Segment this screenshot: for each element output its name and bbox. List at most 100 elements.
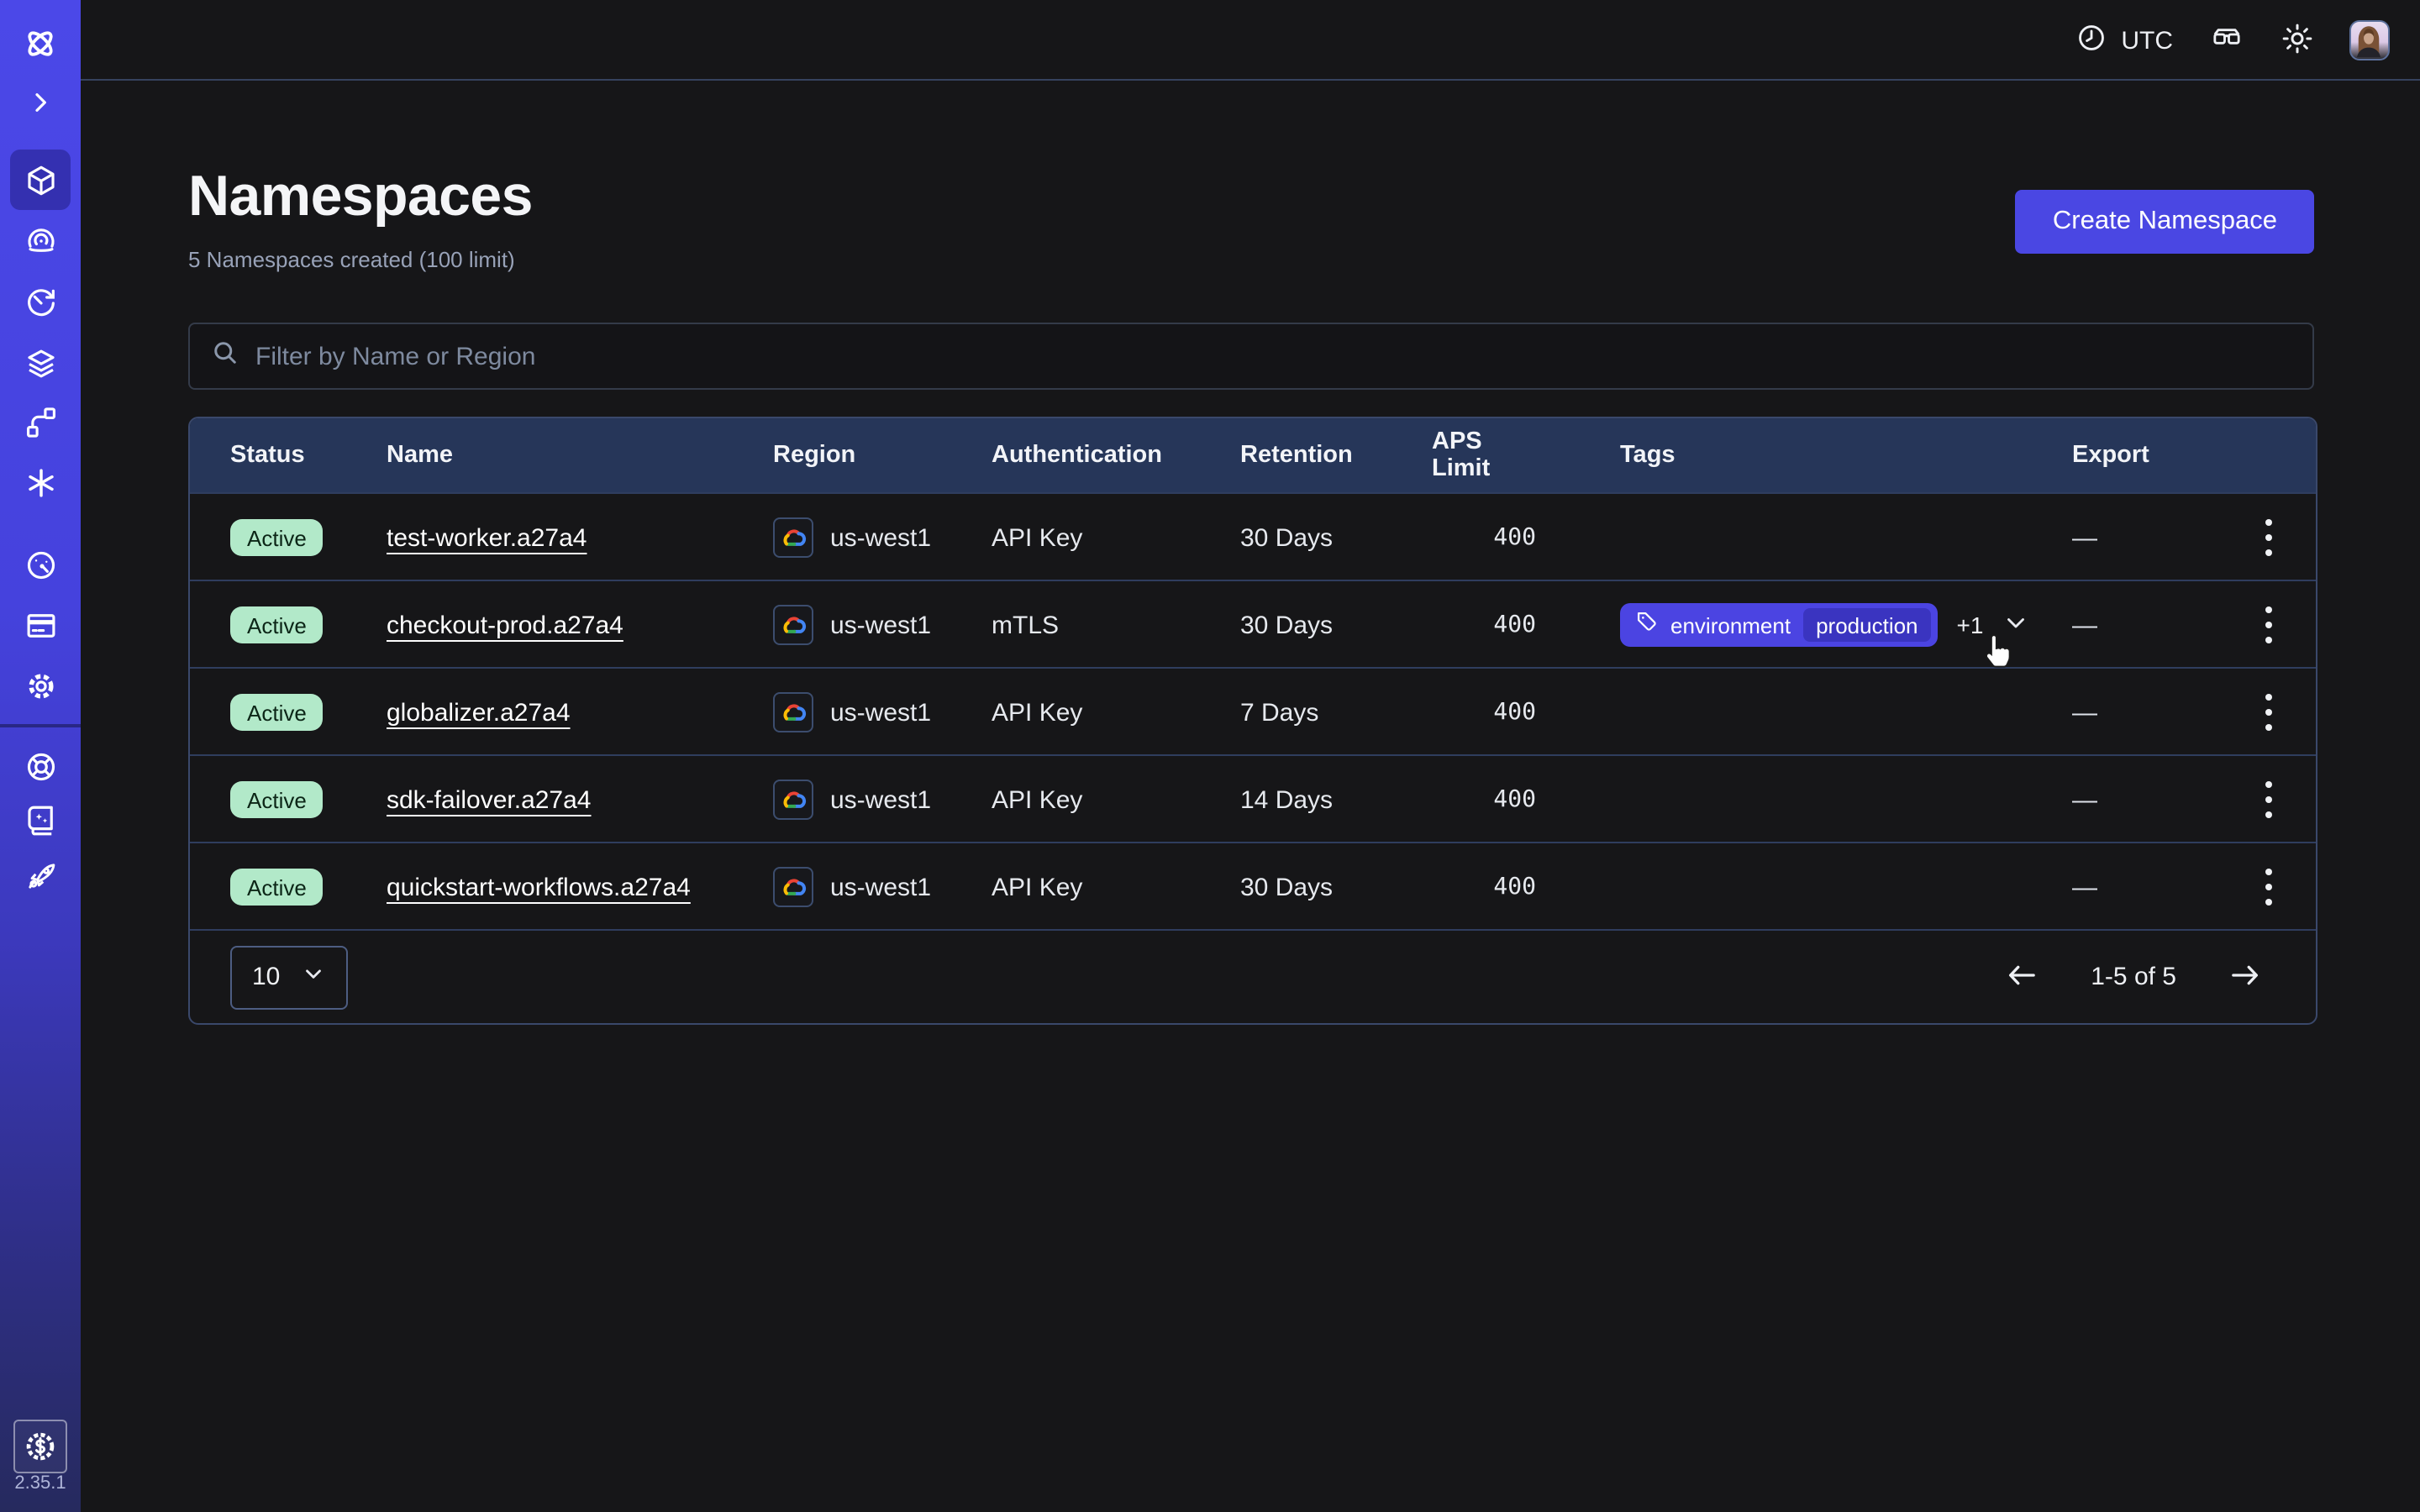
sidebar-item-docs[interactable] (10, 790, 71, 850)
asterisk-icon (23, 465, 58, 500)
cube-icon (23, 162, 58, 197)
tags-expand-button[interactable] (2002, 608, 2030, 642)
col-header-authentication: Authentication (992, 442, 1240, 469)
next-page-button[interactable] (2227, 957, 2262, 997)
page-size-value: 10 (252, 963, 280, 991)
table-row: Active globalizer.a27a4 us-west1 API Key… (190, 667, 2316, 754)
clock-icon (2075, 21, 2107, 60)
row-menu-button[interactable] (2222, 756, 2316, 843)
col-header-name: Name (387, 442, 773, 469)
region-label: us-west1 (830, 698, 931, 727)
sidebar-item-nexus[interactable] (10, 391, 71, 452)
namespace-link[interactable]: quickstart-workflows.a27a4 (387, 873, 691, 901)
google-cloud-icon (773, 605, 813, 645)
sidebar-item-schedules[interactable] (10, 272, 71, 333)
export-value: — (2072, 698, 2222, 727)
retention-value: 14 Days (1240, 785, 1432, 814)
export-value: — (2072, 611, 2222, 639)
google-cloud-icon (773, 867, 813, 907)
sun-icon (2281, 21, 2314, 60)
sidebar-item-support[interactable] (10, 736, 71, 796)
page-subtitle: 5 Namespaces created (100 limit) (188, 247, 515, 272)
page-size-select[interactable]: 10 (230, 945, 348, 1009)
region-label: us-west1 (830, 611, 931, 639)
status-badge: Active (230, 781, 324, 818)
table-header-row: Status Name Region Authentication Retent… (190, 418, 2316, 492)
theme-toggle-button[interactable] (2281, 21, 2314, 60)
auth-value: API Key (992, 873, 1240, 901)
region-label: us-west1 (830, 523, 931, 552)
top-bar-actions: UTC (2075, 0, 2390, 81)
search-icon (210, 337, 240, 375)
table-row: Active sdk-failover.a27a4 us-west1 API K… (190, 754, 2316, 842)
export-value: — (2072, 785, 2222, 814)
auth-value: API Key (992, 523, 1240, 552)
timezone-button[interactable]: UTC (2075, 21, 2173, 60)
aps-value: 400 (1432, 786, 1536, 813)
col-header-status: Status (190, 442, 387, 469)
table-row: Active checkout-prod.a27a4 us-west1 mTLS… (190, 580, 2316, 667)
glasses-icon (2208, 21, 2245, 60)
chevron-right-icon (27, 89, 54, 116)
export-value: — (2072, 873, 2222, 901)
retention-value: 30 Days (1240, 523, 1432, 552)
tag-chip[interactable]: environment production (1620, 603, 1939, 647)
timezone-label: UTC (2121, 26, 2173, 55)
retention-value: 7 Days (1240, 698, 1432, 727)
search-input[interactable] (255, 342, 2292, 370)
rocket-icon (23, 858, 58, 893)
arrow-left-icon (2005, 957, 2040, 997)
google-cloud-icon (773, 517, 813, 558)
status-badge: Active (230, 869, 324, 906)
google-cloud-icon (773, 692, 813, 732)
spiral-icon (23, 223, 58, 258)
sidebar-item-batch-operations[interactable] (10, 452, 71, 512)
auth-value: mTLS (992, 611, 1240, 639)
sidebar-item-getting-started[interactable] (10, 845, 71, 906)
aps-value: 400 (1432, 612, 1536, 638)
row-menu-button[interactable] (2222, 581, 2316, 669)
row-menu-button[interactable] (2222, 843, 2316, 931)
temporal-logo[interactable] (10, 13, 71, 74)
col-header-aps-limit: APS Limit (1432, 428, 1536, 482)
sidebar-item-settings[interactable] (10, 655, 71, 716)
previous-page-button[interactable] (2005, 957, 2040, 997)
namespace-link[interactable]: globalizer.a27a4 (387, 698, 571, 727)
export-value: — (2072, 523, 2222, 552)
namespace-link[interactable]: test-worker.a27a4 (387, 523, 587, 552)
aps-value: 400 (1432, 874, 1536, 900)
auth-value: API Key (992, 698, 1240, 727)
sidebar: 2.35.1 (0, 0, 81, 1512)
sidebar-item-workflows[interactable] (10, 210, 71, 270)
status-badge: Active (230, 606, 324, 643)
namespace-link[interactable]: checkout-prod.a27a4 (387, 611, 623, 639)
arrow-right-icon (2227, 957, 2262, 997)
auth-value: API Key (992, 785, 1240, 814)
row-menu-button[interactable] (2222, 494, 2316, 581)
google-cloud-icon (773, 780, 813, 820)
sidebar-expand-button[interactable] (10, 72, 71, 133)
chevron-down-icon (300, 961, 325, 993)
row-menu-button[interactable] (2222, 669, 2316, 756)
tag-key: environment (1670, 612, 1791, 638)
col-header-export: Export (2072, 442, 2222, 469)
namespace-link[interactable]: sdk-failover.a27a4 (387, 785, 592, 814)
filter-search (188, 323, 2314, 390)
namespaces-table: Status Name Region Authentication Retent… (188, 417, 2317, 1025)
top-bar: UTC (81, 0, 2420, 81)
tags-more-count: +1 (1957, 612, 1984, 638)
accessibility-glasses-button[interactable] (2208, 21, 2245, 60)
pricing-button[interactable] (13, 1420, 67, 1473)
retention-value: 30 Days (1240, 873, 1432, 901)
sidebar-divider (0, 724, 81, 727)
pagination-range: 1-5 of 5 (2091, 963, 2176, 991)
create-namespace-button[interactable]: Create Namespace (2016, 190, 2314, 254)
col-header-region: Region (773, 442, 992, 469)
user-avatar[interactable] (2349, 20, 2390, 60)
book-sparkle-icon (23, 802, 58, 837)
sidebar-item-billing[interactable] (10, 595, 71, 655)
sidebar-item-deployments[interactable] (10, 333, 71, 393)
workflow-branch-icon (23, 404, 58, 439)
sidebar-item-usage[interactable] (10, 534, 71, 595)
sidebar-item-namespaces[interactable] (10, 150, 71, 210)
